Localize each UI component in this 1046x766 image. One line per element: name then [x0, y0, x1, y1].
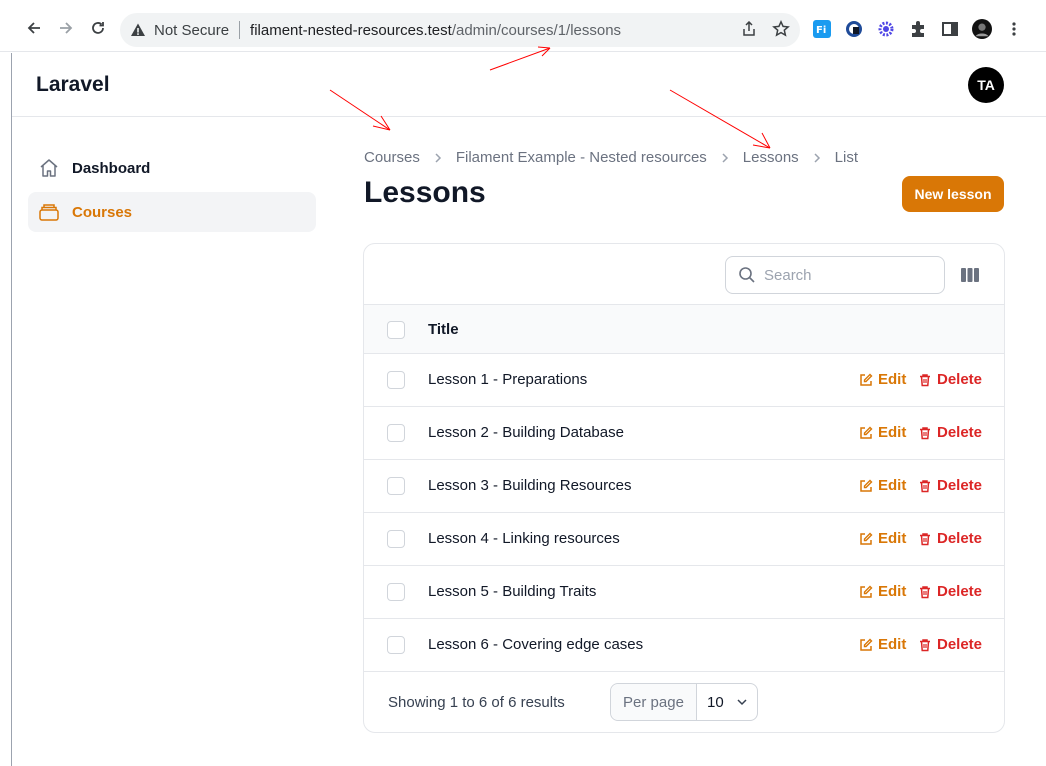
- table-row: Lesson 2 - Building Database Edit Delete: [364, 407, 1004, 460]
- pencil-icon: [859, 585, 873, 599]
- sidebar-item-label: Courses: [72, 203, 133, 221]
- search-input[interactable]: [764, 266, 934, 284]
- table-row: Lesson 5 - Building Traits Edit Delete: [364, 566, 1004, 619]
- edit-button[interactable]: Edit: [859, 477, 906, 494]
- new-lesson-button[interactable]: New lesson: [902, 176, 1004, 212]
- delete-button[interactable]: Delete: [918, 371, 982, 388]
- edit-button[interactable]: Edit: [859, 424, 906, 441]
- pencil-icon: [859, 426, 873, 440]
- delete-button[interactable]: Delete: [918, 477, 982, 494]
- row-checkbox[interactable]: [387, 636, 405, 654]
- table-row: Lesson 1 - Preparations Edit Delete: [364, 354, 1004, 407]
- sidebar-item-courses[interactable]: Courses: [28, 192, 316, 232]
- breadcrumb: Courses Filament Example - Nested resour…: [364, 149, 858, 166]
- trash-icon: [918, 373, 932, 387]
- chevron-right-icon: [811, 152, 823, 164]
- delete-button[interactable]: Delete: [918, 530, 982, 547]
- reload-icon[interactable]: [88, 18, 108, 38]
- row-checkbox[interactable]: [387, 477, 405, 495]
- chevron-down-icon[interactable]: [736, 696, 748, 708]
- lessons-table: Title Lesson 1 - Preparations Edit Delet…: [363, 243, 1005, 733]
- trash-icon: [918, 638, 932, 652]
- table-row: Lesson 6 - Covering edge cases Edit Dele…: [364, 619, 1004, 672]
- row-title[interactable]: Lesson 6 - Covering edge cases: [428, 636, 643, 653]
- trash-icon: [918, 479, 932, 493]
- per-page-select[interactable]: Per page 10: [610, 683, 758, 721]
- search-field[interactable]: [725, 256, 945, 294]
- security-label: Not Secure: [154, 21, 230, 39]
- divider: [239, 21, 241, 39]
- browser-toolbar: Not Secure filament-nested-resources.tes…: [0, 0, 1046, 52]
- search-icon: [738, 266, 756, 284]
- menu-kebab-icon[interactable]: [1004, 19, 1024, 39]
- row-checkbox[interactable]: [387, 583, 405, 601]
- row-checkbox[interactable]: [387, 530, 405, 548]
- per-page-value[interactable]: 10: [707, 694, 724, 711]
- page-title: Lessons: [364, 176, 486, 209]
- row-title[interactable]: Lesson 4 - Linking resources: [428, 530, 620, 547]
- breadcrumb-item[interactable]: Filament Example - Nested resources: [456, 149, 707, 166]
- edit-button[interactable]: Edit: [859, 530, 906, 547]
- side-panel-icon[interactable]: [940, 19, 960, 39]
- forward-icon[interactable]: [56, 18, 76, 38]
- row-title[interactable]: Lesson 1 - Preparations: [428, 371, 587, 388]
- delete-button[interactable]: Delete: [918, 583, 982, 600]
- collection-icon: [38, 201, 60, 223]
- puzzle-icon[interactable]: [908, 19, 928, 39]
- row-checkbox[interactable]: [387, 371, 405, 389]
- pagination-summary: Showing 1 to 6 of 6 results: [388, 694, 565, 711]
- pencil-icon: [859, 479, 873, 493]
- columns-toggle-icon[interactable]: [960, 266, 980, 284]
- window-edge: [11, 53, 12, 766]
- home-icon: [38, 157, 60, 179]
- chevron-right-icon: [432, 152, 444, 164]
- profile-icon[interactable]: [972, 19, 992, 39]
- trash-icon: [918, 585, 932, 599]
- delete-button[interactable]: Delete: [918, 636, 982, 653]
- chevron-right-icon: [719, 152, 731, 164]
- sidebar-item-label: Dashboard: [72, 159, 151, 177]
- avatar[interactable]: TA: [968, 67, 1004, 103]
- edit-button[interactable]: Edit: [859, 636, 906, 653]
- extension-fi-icon[interactable]: Fi: [812, 19, 832, 39]
- brand-logo[interactable]: Laravel: [36, 73, 110, 97]
- row-checkbox[interactable]: [387, 424, 405, 442]
- delete-button[interactable]: Delete: [918, 424, 982, 441]
- trash-icon: [918, 532, 932, 546]
- row-title[interactable]: Lesson 2 - Building Database: [428, 424, 624, 441]
- pencil-icon: [859, 532, 873, 546]
- share-icon[interactable]: [740, 20, 758, 38]
- sidebar-item-dashboard[interactable]: Dashboard: [28, 148, 316, 188]
- select-all-checkbox[interactable]: [387, 321, 405, 339]
- table-row: Lesson 3 - Building Resources Edit Delet…: [364, 460, 1004, 513]
- breadcrumb-item: List: [834, 149, 859, 166]
- back-icon[interactable]: [24, 18, 44, 38]
- row-title[interactable]: Lesson 5 - Building Traits: [428, 583, 596, 600]
- per-page-label: Per page: [611, 684, 697, 720]
- url-host: filament-nested-resources.test: [250, 21, 452, 39]
- trash-icon: [918, 426, 932, 440]
- svg-text:Fi: Fi: [816, 25, 826, 36]
- star-icon[interactable]: [772, 20, 790, 38]
- table-header: Title: [364, 305, 1004, 354]
- extension-lock-icon[interactable]: [844, 19, 864, 39]
- app-header: Laravel TA: [12, 53, 1046, 117]
- breadcrumb-item[interactable]: Lessons: [743, 149, 799, 166]
- pencil-icon: [859, 638, 873, 652]
- address-bar[interactable]: Not Secure filament-nested-resources.tes…: [120, 13, 800, 47]
- column-header-title[interactable]: Title: [428, 321, 459, 338]
- url-path: /admin/courses/1/lessons: [451, 21, 622, 39]
- warning-icon: [130, 22, 146, 38]
- edit-button[interactable]: Edit: [859, 371, 906, 388]
- breadcrumb-item[interactable]: Courses: [364, 149, 420, 166]
- table-toolbar: [364, 244, 1004, 305]
- table-row: Lesson 4 - Linking resources Edit Delete: [364, 513, 1004, 566]
- pencil-icon: [859, 373, 873, 387]
- edit-button[interactable]: Edit: [859, 583, 906, 600]
- extension-gear-icon[interactable]: [876, 19, 896, 39]
- row-title[interactable]: Lesson 3 - Building Resources: [428, 477, 631, 494]
